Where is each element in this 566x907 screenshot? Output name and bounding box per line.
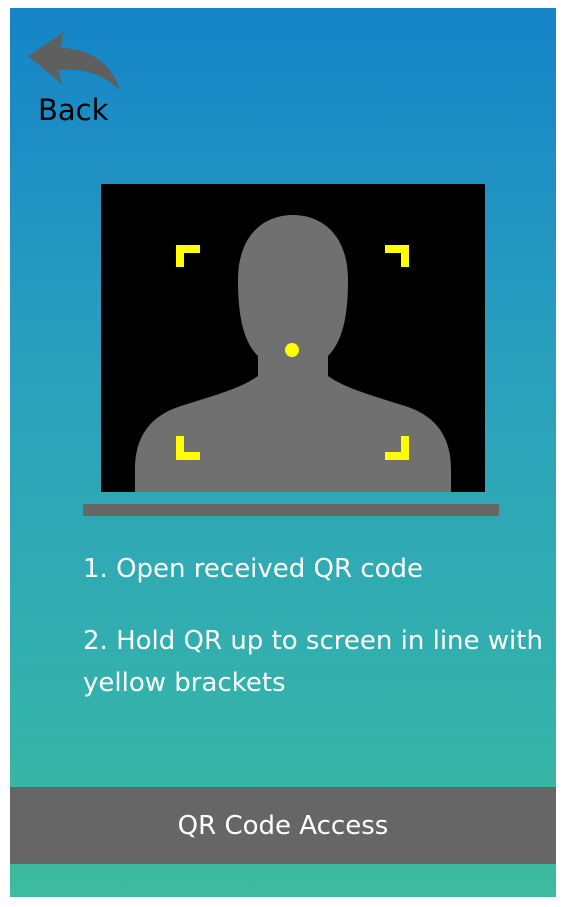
camera-preview xyxy=(101,184,485,492)
back-arrow-icon xyxy=(28,32,120,90)
back-label: Back xyxy=(38,93,109,127)
app-screen: Back 1. Open received QR code 2. Hold QR… xyxy=(10,8,556,897)
person-silhouette-icon xyxy=(135,215,451,492)
footer-title: QR Code Access xyxy=(177,810,389,841)
instruction-step-1: 1. Open received QR code xyxy=(83,554,424,584)
back-button[interactable]: Back xyxy=(24,30,124,140)
focus-dot xyxy=(285,343,299,357)
qr-code-access-button[interactable]: QR Code Access xyxy=(10,787,556,864)
instruction-step-2: 2. Hold QR up to screen in line with yel… xyxy=(83,626,543,698)
device-stand xyxy=(83,504,499,516)
